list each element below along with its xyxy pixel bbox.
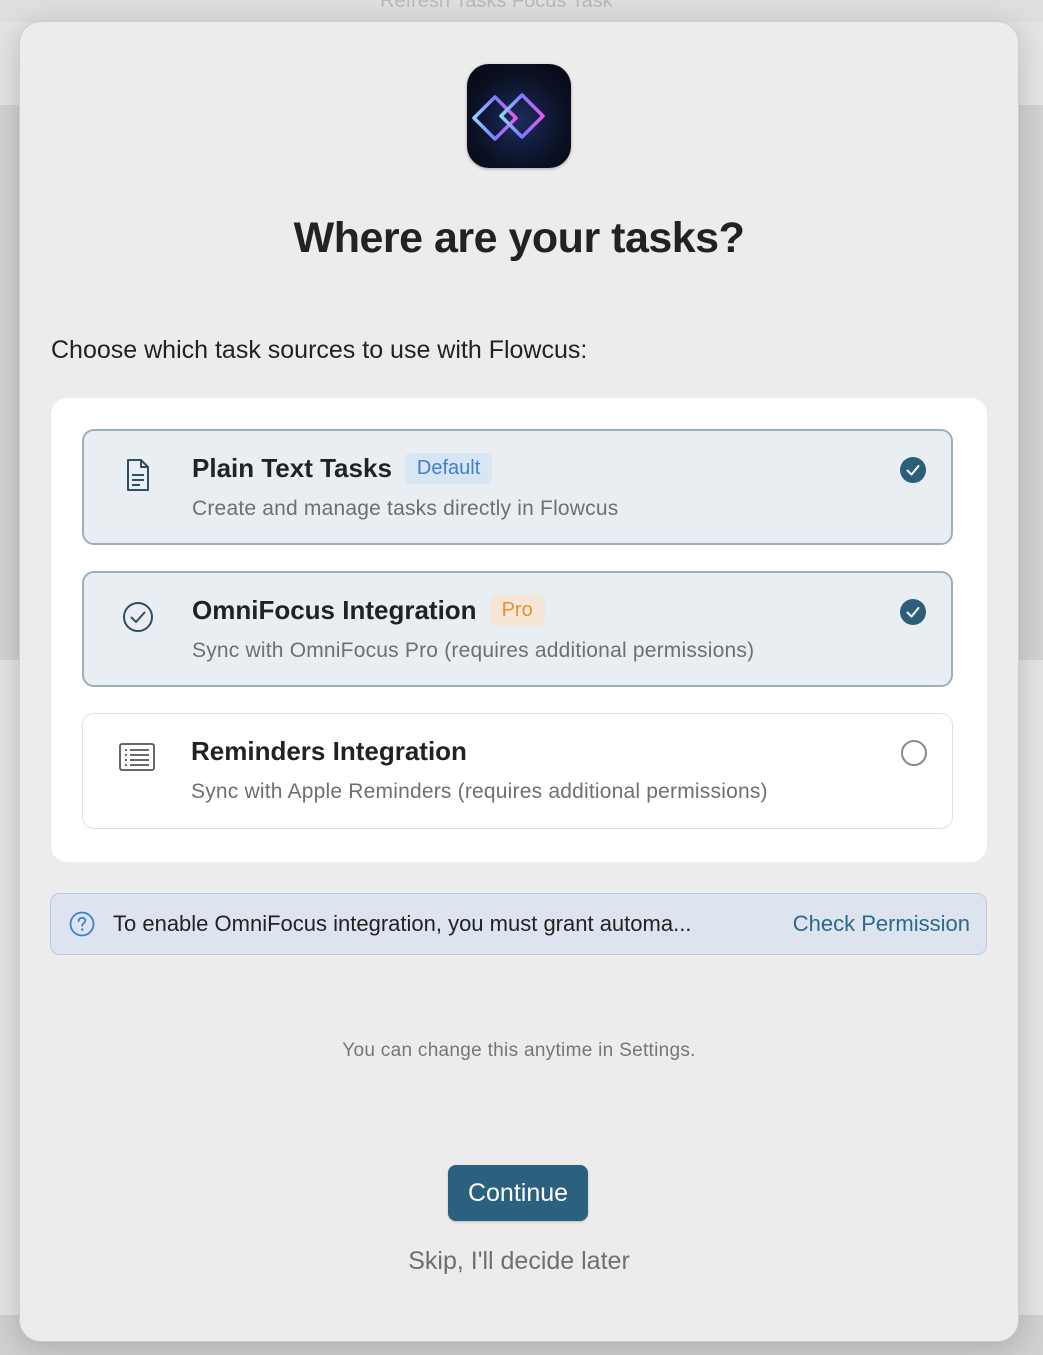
page-title: Where are your tasks? — [293, 214, 745, 262]
background-panel-left — [0, 105, 20, 660]
option-title-row: Plain Text Tasks Default — [192, 453, 493, 484]
settings-footnote: You can change this anytime in Settings. — [342, 1040, 696, 1061]
permission-info-text: To enable OmniFocus integration, you mus… — [113, 911, 692, 936]
option-description: Sync with Apple Reminders (requires addi… — [191, 780, 768, 803]
option-title: Reminders Integration — [191, 736, 467, 766]
background-toolbar-text: Refresh Tasks Focus Task — [380, 0, 613, 12]
option-description: Sync with OmniFocus Pro (requires additi… — [192, 639, 755, 662]
option-plain-text-tasks[interactable]: Plain Text Tasks Default Create and mana… — [82, 429, 953, 545]
option-title-row: OmniFocus Integration Pro — [192, 595, 545, 626]
list-icon — [117, 738, 157, 778]
option-title-row: Reminders Integration — [191, 736, 467, 767]
background-toolbar: Refresh Tasks Focus Task — [0, 0, 1043, 22]
checkmark-circle-icon — [118, 597, 158, 637]
option-title: Plain Text Tasks — [192, 453, 392, 483]
selected-checkmark-icon[interactable] — [900, 457, 926, 483]
continue-button[interactable]: Continue — [448, 1165, 588, 1221]
unselected-radio-icon[interactable] — [901, 740, 927, 766]
permission-info-bar: To enable OmniFocus integration, you mus… — [50, 893, 987, 955]
task-sources-card: Plain Text Tasks Default Create and mana… — [51, 398, 987, 862]
default-badge: Default — [404, 453, 493, 484]
option-reminders-integration[interactable]: Reminders Integration Sync with Apple Re… — [82, 713, 953, 829]
option-omnifocus-integration[interactable]: OmniFocus Integration Pro Sync with Omni… — [82, 571, 953, 687]
option-title: OmniFocus Integration — [192, 595, 477, 625]
app-logo-icon — [467, 64, 571, 168]
onboarding-sheet: Where are your tasks? Choose which task … — [19, 21, 1019, 1342]
pro-badge: Pro — [489, 595, 545, 626]
background-panel-right — [1017, 105, 1043, 660]
document-icon — [118, 455, 158, 495]
option-description: Create and manage tasks directly in Flow… — [192, 497, 619, 520]
question-circle-icon — [69, 911, 95, 937]
selected-checkmark-icon[interactable] — [900, 599, 926, 625]
check-permission-link[interactable]: Check Permission — [793, 911, 970, 937]
subtitle: Choose which task sources to use with Fl… — [51, 336, 588, 364]
skip-link[interactable]: Skip, I'll decide later — [20, 1247, 1018, 1276]
